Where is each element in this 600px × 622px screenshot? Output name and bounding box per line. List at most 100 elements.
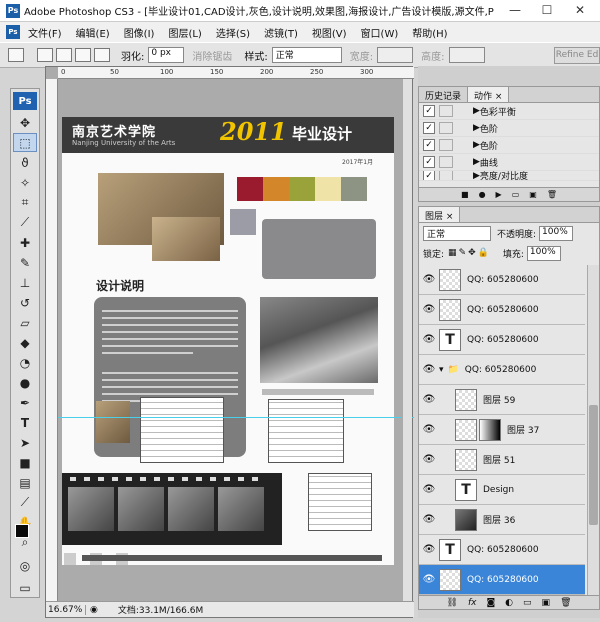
disclosure-arrow-icon[interactable]: ▶ <box>473 157 480 167</box>
action-item[interactable]: ✓ ▶ 色彩平衡 <box>419 103 599 120</box>
layer-row[interactable]: 👁 T QQ: 605280600 <box>419 535 585 565</box>
pen-tool-icon[interactable]: ✒ <box>13 393 37 412</box>
fx-icon[interactable]: fx <box>468 598 477 608</box>
canvas[interactable]: 南京艺术学院 Nanjing University of the Arts 20… <box>62 117 394 565</box>
magic-wand-tool-icon[interactable]: ✧ <box>13 173 37 192</box>
quick-mask-icon[interactable]: ◎ <box>13 556 37 575</box>
screen-mode-icon[interactable]: ▭ <box>13 578 37 597</box>
document-scrollbar[interactable] <box>402 79 412 601</box>
refine-edge-button[interactable]: Refine Ed <box>554 47 600 64</box>
style-select[interactable]: 正常 <box>271 47 342 63</box>
dodge-tool-icon[interactable]: ● <box>13 373 37 392</box>
lock-all-icon[interactable]: 🔒 <box>478 248 489 258</box>
antialias-checkbox[interactable]: 消除锯齿 <box>192 48 232 63</box>
action-dialog-toggle[interactable] <box>439 122 453 134</box>
scrollbar-thumb[interactable] <box>589 405 598 525</box>
disclosure-arrow-icon[interactable]: ▶ <box>473 140 480 150</box>
visibility-eye-icon[interactable]: 👁 <box>419 364 439 375</box>
lock-pixels-icon[interactable]: ✎ <box>459 248 467 258</box>
feather-input[interactable]: 0 px <box>148 47 185 63</box>
action-check-icon[interactable]: ✓ <box>423 171 435 180</box>
visibility-eye-icon[interactable]: 👁 <box>419 574 439 585</box>
paint-bucket-tool-icon[interactable]: ◆ <box>13 333 37 352</box>
visibility-eye-icon[interactable]: 👁 <box>419 484 439 495</box>
action-check-icon[interactable]: ✓ <box>423 122 435 134</box>
visibility-eye-icon[interactable]: 👁 <box>419 424 439 435</box>
folder-icon[interactable]: ▭ <box>523 598 532 608</box>
layer-row[interactable]: 👁 QQ: 605280600 <box>419 295 585 325</box>
action-dialog-toggle[interactable] <box>439 139 453 151</box>
disclosure-arrow-icon[interactable]: ▶ <box>473 123 480 133</box>
layer-row[interactable]: 👁 图层 37 <box>419 415 585 445</box>
menu-image[interactable]: 图像(I) <box>124 25 155 40</box>
visibility-eye-icon[interactable]: 👁 <box>419 514 439 525</box>
disclosure-arrow-icon[interactable]: ▶ <box>473 171 480 180</box>
layer-row[interactable]: 👁 图层 59 <box>419 385 585 415</box>
action-check-icon[interactable]: ✓ <box>423 156 435 168</box>
zoom-level[interactable]: 16.67% <box>46 604 86 615</box>
expand-arrow-icon[interactable]: ▾ <box>439 365 444 375</box>
menu-select[interactable]: 选择(S) <box>216 25 250 40</box>
crop-tool-icon[interactable]: ⌗ <box>13 193 37 212</box>
action-item[interactable]: ✓ ▶ 曲线 <box>419 154 599 171</box>
width-input[interactable] <box>377 47 414 63</box>
record-icon[interactable]: ● <box>479 190 486 199</box>
brush-tool-icon[interactable]: ✎ <box>13 253 37 272</box>
new-layer-icon[interactable]: ▣ <box>542 598 551 608</box>
mask-icon[interactable]: ◙ <box>486 598 495 608</box>
subtract-selection-icon[interactable] <box>75 48 91 62</box>
visibility-eye-icon[interactable]: 👁 <box>419 454 439 465</box>
stop-icon[interactable]: ■ <box>461 190 469 199</box>
blur-tool-icon[interactable]: ◔ <box>13 353 37 372</box>
visibility-eye-icon[interactable]: 👁 <box>419 334 439 345</box>
menu-help[interactable]: 帮助(H) <box>412 25 447 40</box>
notes-tool-icon[interactable]: ▤ <box>13 473 37 492</box>
trash-icon[interactable]: 🗑 <box>547 190 557 199</box>
fill-input[interactable]: 100% <box>526 245 561 261</box>
action-item[interactable]: ✓ ▶ 色阶 <box>419 120 599 137</box>
action-check-icon[interactable]: ✓ <box>423 105 435 117</box>
opacity-input[interactable]: 100% <box>539 225 574 241</box>
visibility-eye-icon[interactable]: 👁 <box>419 544 439 555</box>
action-dialog-toggle[interactable] <box>439 105 453 117</box>
lock-transparency-icon[interactable]: ▦ <box>448 248 457 258</box>
action-dialog-toggle[interactable] <box>439 156 453 168</box>
close-button[interactable]: ✕ <box>565 3 595 17</box>
menu-edit[interactable]: 编辑(E) <box>76 25 110 40</box>
marquee-tool-icon[interactable]: ⬚ <box>13 133 37 152</box>
play-icon[interactable]: ▶ <box>496 190 502 199</box>
layer-row[interactable]: 👁 T Design <box>419 475 585 505</box>
tab-actions[interactable]: 动作 × <box>468 87 510 102</box>
intersect-selection-icon[interactable] <box>94 48 110 62</box>
layer-group-row[interactable]: 👁 ▾ 📁 QQ: 605280600 <box>419 355 585 385</box>
clone-stamp-tool-icon[interactable]: ⊥ <box>13 273 37 292</box>
healing-brush-tool-icon[interactable]: ✚ <box>13 233 37 252</box>
layer-row-selected[interactable]: 👁 QQ: 605280600 <box>419 565 585 595</box>
marquee-preset-icon[interactable] <box>8 48 24 62</box>
link-icon[interactable]: ⛓ <box>447 598 458 608</box>
action-item[interactable]: ✓ ▶ 亮度/对比度 <box>419 171 599 181</box>
history-brush-tool-icon[interactable]: ↺ <box>13 293 37 312</box>
foreground-color-swatch[interactable] <box>15 524 29 538</box>
layer-mask-thumbnail[interactable] <box>479 418 501 441</box>
layer-row[interactable]: 👁 图层 51 <box>419 445 585 475</box>
menu-view[interactable]: 视图(V) <box>312 25 347 40</box>
lock-position-icon[interactable]: ✥ <box>468 248 476 258</box>
action-item[interactable]: ✓ ▶ 色阶 <box>419 137 599 154</box>
shape-tool-icon[interactable]: ■ <box>13 453 37 472</box>
eyedropper2-tool-icon[interactable]: ⟋ <box>13 493 37 512</box>
type-tool-icon[interactable]: T <box>13 413 37 432</box>
visibility-eye-icon[interactable]: 👁 <box>419 274 439 285</box>
new-selection-icon[interactable] <box>37 48 53 62</box>
visibility-eye-icon[interactable]: 👁 <box>419 394 439 405</box>
lasso-tool-icon[interactable]: ϑ <box>13 153 37 172</box>
disclosure-arrow-icon[interactable]: ▶ <box>473 106 480 116</box>
path-selection-tool-icon[interactable]: ➤ <box>13 433 37 452</box>
tab-layers[interactable]: 图层 × <box>419 207 461 222</box>
layer-row[interactable]: 👁 T QQ: 605280600 <box>419 325 585 355</box>
add-selection-icon[interactable] <box>56 48 72 62</box>
new-action-icon[interactable]: ▣ <box>529 190 537 199</box>
menu-layer[interactable]: 图层(L) <box>168 25 201 40</box>
maximize-button[interactable]: ☐ <box>532 3 562 17</box>
menu-filter[interactable]: 滤镜(T) <box>264 25 298 40</box>
